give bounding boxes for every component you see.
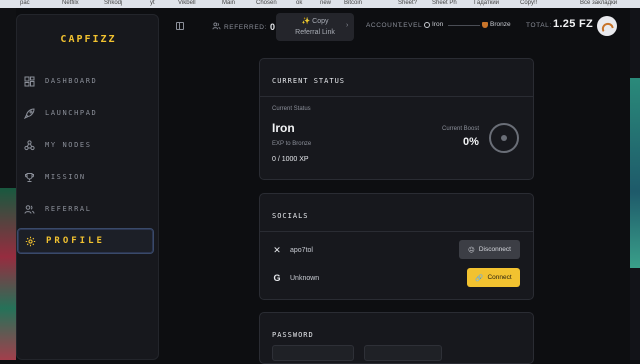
copy-referral-link-button[interactable]: ✨ Copy Referral Link <box>276 13 354 41</box>
sidebar-item-my-nodes[interactable]: MY NODES <box>17 132 160 158</box>
connect-button[interactable]: 🔗 Connect <box>467 268 520 287</box>
x-icon: ✕ <box>273 245 281 255</box>
trophy-icon <box>23 171 35 183</box>
bookmark[interactable]: рас <box>20 0 30 7</box>
sidebar-item-label: DASHBOARD <box>45 77 98 85</box>
sidebar-item-mission[interactable]: MISSION <box>17 164 160 190</box>
browser-bookmarks-bar: рас Netfilx Shkodj yt Vikbell Main Сhose… <box>0 0 640 8</box>
referred-label: REFERRED: <box>224 23 267 31</box>
users-icon <box>23 203 35 215</box>
status-value: Iron <box>272 121 295 135</box>
sidebar-item-label: REFERRAL <box>45 205 92 213</box>
card-title: SOCIALS <box>272 212 309 220</box>
users-icon <box>212 22 221 32</box>
sidebar-item-label: MISSION <box>45 173 86 181</box>
sparkle-icon: ✨ <box>301 18 311 25</box>
rocket-icon <box>23 107 35 119</box>
app-logo[interactable]: CAPFIZZ <box>17 34 160 45</box>
bookmark[interactable]: Shkodj <box>104 0 122 7</box>
grid-icon <box>23 75 35 87</box>
avatar[interactable] <box>597 16 617 36</box>
button-label: Connect <box>487 274 512 281</box>
level-current-label: Iron <box>432 21 444 28</box>
exp-label: EXP to Bronze <box>272 141 312 147</box>
brand-mark-icon <box>600 20 614 32</box>
sidebar-item-launchpad[interactable]: LAUNCHPAD <box>17 100 160 126</box>
level-current: Iron <box>424 21 443 28</box>
google-icon: G <box>273 273 281 283</box>
social-account-name: Unknown <box>290 274 320 282</box>
card-title: CURRENT STATUS <box>272 77 346 85</box>
sidebar-item-referral[interactable]: REFERRAL <box>17 196 160 222</box>
sidebar-item-profile[interactable]: PROFILE <box>17 228 154 254</box>
copy-tooltip-line2: Referral Link <box>295 29 335 36</box>
social-row-x: ✕ apo7tol <box>272 245 313 256</box>
current-status-card: CURRENT STATUS Current Status Iron EXP t… <box>259 58 534 180</box>
bookmark[interactable]: yt <box>150 0 155 7</box>
account-label: ACCOUNT <box>366 22 403 29</box>
bookmark[interactable]: Sheet? <box>398 0 417 7</box>
gear-icon <box>24 235 36 247</box>
exp-value: 0 / 1000 XP <box>272 156 309 163</box>
boost-label: Current Boost <box>442 126 480 132</box>
total-label: TOTAL: <box>526 22 552 29</box>
button-label: Disconnect <box>478 246 511 253</box>
chevron-right-icon: › <box>346 22 349 29</box>
divider <box>260 96 533 97</box>
sidebar: CAPFIZZ DASHBOARD LAUNCHPAD MY NODES MIS… <box>16 14 159 360</box>
disconnect-button[interactable]: ☹ Disconnect <box>459 240 520 259</box>
bookmark[interactable]: Гадаткий <box>474 0 499 7</box>
bookmark[interactable]: Все закладки <box>580 0 617 7</box>
status-label: Current Status <box>272 106 311 112</box>
link-icon: 🔗 <box>475 274 484 282</box>
sidebar-item-label: PROFILE <box>46 236 105 246</box>
iron-ring-icon <box>424 21 430 28</box>
nodes-icon <box>23 139 35 151</box>
socials-card: SOCIALS ✕ apo7tol ☹ Disconnect G Unknown… <box>259 193 534 300</box>
copy-tooltip-line1: Copy <box>312 18 329 25</box>
level-next: Bronze <box>482 21 511 28</box>
unlink-icon: ☹ <box>468 246 475 254</box>
bookmark[interactable]: Sheet Ph <box>432 0 457 7</box>
background-edge-right <box>630 8 640 360</box>
bookmark[interactable]: Bitcoin <box>344 0 362 7</box>
referred-value: 0 <box>269 22 276 32</box>
sidebar-item-dashboard[interactable]: DASHBOARD <box>17 68 160 94</box>
password-field[interactable] <box>272 345 354 361</box>
bookmark[interactable]: Netfilx <box>62 0 79 7</box>
sidebar-item-label: MY NODES <box>45 141 92 149</box>
background-edge-left <box>0 8 16 360</box>
sidebar-toggle-icon[interactable] <box>176 22 184 30</box>
bookmark[interactable]: Vikbell <box>178 0 196 7</box>
social-row-google: G Unknown <box>272 273 319 283</box>
bookmark[interactable]: ok <box>296 0 302 7</box>
bronze-trophy-icon <box>482 21 488 28</box>
total-balance: 1.25 FZ <box>553 18 594 30</box>
password-field[interactable] <box>364 345 442 361</box>
bookmark[interactable]: Сhosen <box>256 0 277 7</box>
top-bar: REFERRED: 0 ✨ Copy Referral Link › ACCOU… <box>166 13 626 41</box>
card-title: PASSWORD <box>272 331 314 339</box>
level-label: LEVEL <box>399 22 423 29</box>
bookmark[interactable]: Main <box>222 0 235 7</box>
level-next-label: Bronze <box>490 21 511 28</box>
bookmark[interactable]: Copy!! <box>520 0 537 7</box>
level-progress-track <box>448 25 480 26</box>
boost-value: 0% <box>463 136 479 148</box>
sidebar-item-label: LAUNCHPAD <box>45 109 98 117</box>
boost-ring-icon <box>489 123 519 153</box>
social-account-name: apo7tol <box>290 247 313 254</box>
divider <box>260 231 533 232</box>
bookmark[interactable]: new <box>320 0 331 7</box>
referred-counter: REFERRED: 0 <box>212 22 276 32</box>
